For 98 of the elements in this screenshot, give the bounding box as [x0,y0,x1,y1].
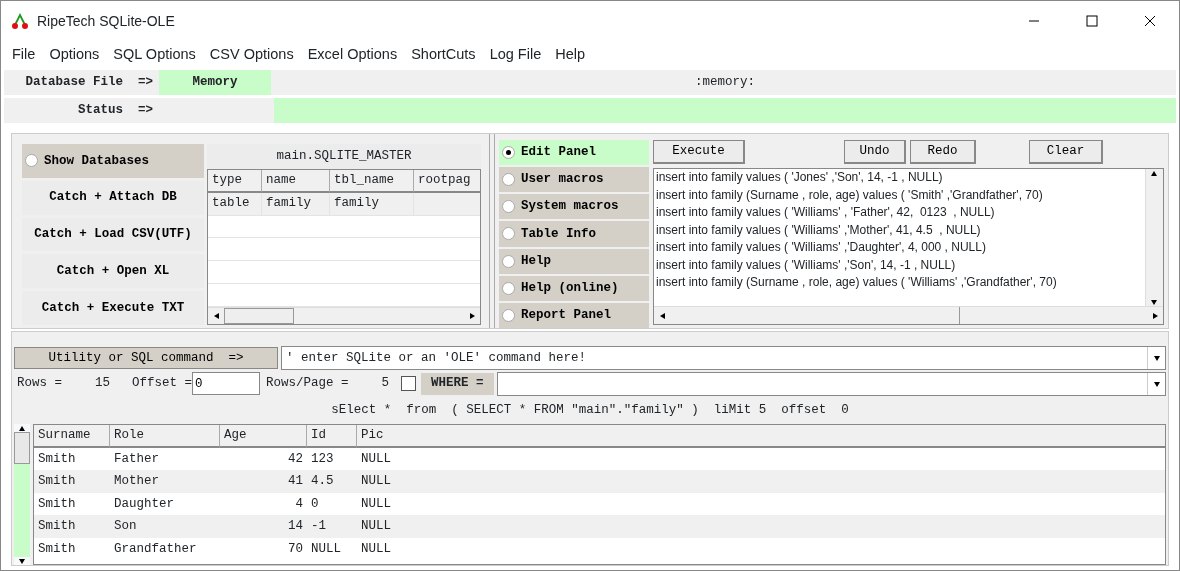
code-line: insert into family (Surname , role, age) values ( 'Williams' ,'Grandfather', 70) [655,274,1058,291]
table-cell-text: 14 [287,518,304,536]
action-button[interactable]: Catch + Load CSV(UTF) [22,217,204,252]
checkbox[interactable] [401,376,417,391]
command-field[interactable]: ' enter SQLite or an 'OLE' command here! [281,346,1166,370]
scroll-right-icon[interactable] [468,311,476,320]
column-header[interactable]: Surname [34,425,110,448]
table-cell-text: -1 [310,518,327,536]
table-cell-text: 123 [310,450,335,468]
table-cell-text: 4 [294,495,304,513]
action-button[interactable]: Catch + Open XL [22,254,204,289]
table-title: main.SQLITE_MASTER [207,144,481,169]
radio-button[interactable]: Help [499,248,649,274]
toolbar-button[interactable]: Clear [1029,140,1103,164]
scrollbar-thumb[interactable] [224,307,294,324]
menu-item[interactable]: File [5,43,43,66]
table-cell-text: Smith [37,518,77,536]
scroll-right-icon[interactable] [1151,311,1159,320]
field-label: Rows/Page = [266,375,349,393]
table-cell-text: Father [113,450,160,468]
scroll-left-icon[interactable] [212,311,220,320]
row-count: 15 [95,375,111,393]
table-cell-text: Smith [37,450,77,468]
table-cell: table [208,192,262,216]
page-size: 5 [381,375,390,393]
column-header[interactable]: tbl_name [330,170,414,193]
dropdown-icon[interactable] [1152,379,1161,388]
radio-button[interactable]: Edit Panel [499,140,649,166]
scroll-down-icon[interactable] [18,557,26,565]
column-header[interactable]: name [262,170,330,193]
table-cell-text: NULL [360,450,392,468]
toolbar-button[interactable]: Execute [653,140,745,164]
column-header[interactable]: type [208,170,262,193]
table-cell-text: NULL [360,495,392,513]
table-cell-text: Smith [37,495,77,513]
radio-button[interactable]: Help (online) [499,275,649,301]
command-button[interactable]: Utility or SQL command => [14,347,278,369]
radio-button[interactable]: System macros [499,194,649,220]
table-cell-text: 42 [287,450,304,468]
code-line: insert into family values ( 'Jones' ,'Son', 14, -1 , NULL) [655,169,944,186]
field-label: Offset = [132,375,193,393]
column-header[interactable]: Id [307,425,357,448]
toolbar-button[interactable]: Undo [844,140,906,164]
menu-item[interactable]: SQL Options [106,43,203,66]
table-cell-text: 4.5 [310,473,335,491]
query-text: sElect * from ( SELECT * FROM "main"."family" ) liMit 5 offset 0 [331,401,849,419]
menu-item[interactable]: ShortCuts [404,43,483,66]
close-icon[interactable] [1144,15,1156,27]
toolbar-button[interactable]: Redo [910,140,976,164]
scrollbar-thumb[interactable] [14,432,30,464]
table-cell-text: Daughter [113,495,175,513]
action-button[interactable]: Catch + Execute TXT [22,291,204,325]
where-label: WHERE = [421,372,494,395]
radio-button[interactable]: User macros [499,167,649,193]
table-cell: family [330,192,414,216]
cherry-icon [11,12,29,30]
menu-item[interactable]: Log File [482,43,549,66]
column-header[interactable]: rootpag [414,170,480,193]
field-label: Status => [78,102,153,120]
radio-button[interactable]: Show Databases [22,144,204,178]
scroll-up-icon[interactable] [1150,169,1158,177]
table-cell-text: NULL [310,540,342,558]
database-name: Memory [159,70,271,95]
table-cell-text: NULL [360,518,392,536]
table-cell-text: Smith [37,540,77,558]
table-cell-text: 0 [310,495,320,513]
field-label: Database File => [25,74,153,92]
column-header[interactable]: Pic [357,425,1165,448]
code-line: insert into family values ( 'Williams' ,'Mother', 41, 4.5 , NULL) [655,221,982,239]
menu-item[interactable]: Options [42,43,107,66]
field-label: Rows = [17,375,62,393]
code-line: insert into family values ( 'Williams' ,'Son', 14, -1 , NULL) [655,256,957,274]
table-cell-text: Grandfather [113,540,198,558]
menu-item[interactable]: CSV Options [202,43,301,66]
table-cell: family [262,192,330,216]
dropdown-icon[interactable] [1152,354,1161,362]
database-path: :memory: [694,74,756,92]
table-cell-text: Mother [113,473,160,491]
scroll-left-icon[interactable] [658,311,666,320]
table-cell-text: Smith [37,473,77,491]
column-header[interactable]: Role [110,425,220,448]
action-button[interactable]: Catch + Attach DB [22,180,204,215]
table-cell-text: 41 [287,473,304,491]
menu-item[interactable]: Excel Options [300,43,405,66]
offset-field[interactable]: 0 [192,372,261,395]
code-line: insert into family values ( 'Williams' , 'Father', 42, 0123 , NULL) [655,204,996,221]
window-title: RipeTech SQLite-OLE [37,11,175,31]
table-cell-text: NULL [360,473,392,491]
radio-button[interactable]: Table Info [499,221,649,247]
maximize-icon[interactable] [1086,15,1098,27]
table-cell-text: Son [113,518,138,536]
code-line: insert into family (Surname , role, age) values ( 'Smith' ,'Grandfather', 70) [655,186,1044,204]
code-line: insert into family values ( 'Williams' ,'Daughter', 4, 000 , NULL) [655,239,987,256]
table-cell-text: NULL [360,540,392,558]
column-header[interactable]: Age [220,425,307,448]
radio-button[interactable]: Report Panel [499,302,649,328]
menu-item[interactable]: Help [548,43,593,66]
table-cell-text: 70 [287,540,304,558]
